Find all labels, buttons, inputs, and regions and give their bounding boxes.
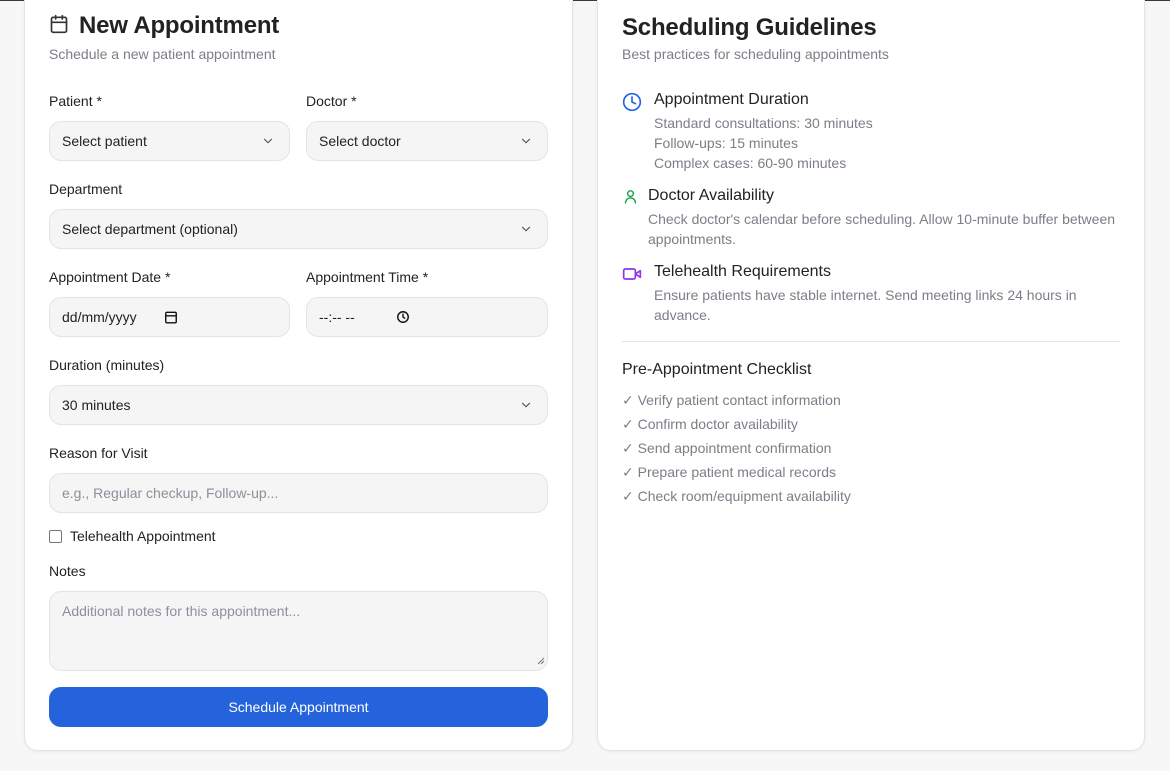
appointment-date-input[interactable]: dd/mm/yyyy xyxy=(49,297,290,337)
guideline-line: appointments. xyxy=(648,231,736,247)
doctor-select[interactable]: Select doctor xyxy=(306,121,548,161)
guideline-line: Ensure patients have stable internet. Se… xyxy=(654,287,1077,303)
guideline-line: advance. xyxy=(654,307,711,323)
checklist: ✓ Verify patient contact information ✓ C… xyxy=(622,390,851,510)
duration-select[interactable]: 30 minutes xyxy=(49,385,548,425)
guideline-title: Appointment Duration xyxy=(654,91,809,108)
patient-label: Patient * xyxy=(49,93,102,109)
guidelines-title: Scheduling Guidelines xyxy=(622,14,877,41)
doctor-label: Doctor * xyxy=(306,93,357,109)
department-label: Department xyxy=(49,181,123,197)
video-icon xyxy=(622,264,642,284)
reason-placeholder: e.g., Regular checkup, Follow-up... xyxy=(62,485,279,501)
guideline-title: Telehealth Requirements xyxy=(654,263,831,280)
reason-label: Reason for Visit xyxy=(49,445,148,461)
doctor-select-value: Select doctor xyxy=(319,133,401,149)
notes-textarea[interactable]: Additional notes for this appointment... xyxy=(49,591,548,671)
checklist-item: ✓ Confirm doctor availability xyxy=(622,416,798,432)
guideline-line: Check doctor's calendar before schedulin… xyxy=(648,211,1116,227)
chevron-down-icon xyxy=(519,222,533,239)
time-label: Appointment Time * xyxy=(306,269,429,285)
checklist-item: ✓ Prepare patient medical records xyxy=(622,464,837,480)
telehealth-option[interactable]: Telehealth Appointment xyxy=(49,528,216,544)
chevron-down-icon xyxy=(261,134,275,151)
guideline-item: Appointment Duration Standard consultati… xyxy=(622,91,873,173)
guideline-line: Complex cases: 60-90 minutes xyxy=(654,155,847,171)
divider xyxy=(622,341,1120,342)
patient-select-value: Select patient xyxy=(62,133,147,149)
guideline-line: Follow-ups: 15 minutes xyxy=(654,135,798,151)
chevron-down-icon xyxy=(519,134,533,151)
guideline-item: Telehealth Requirements Ensure patients … xyxy=(622,263,1077,325)
telehealth-checkbox[interactable] xyxy=(49,529,62,543)
reason-input[interactable]: e.g., Regular checkup, Follow-up... xyxy=(49,473,548,513)
checklist-item: ✓ Check room/equipment availability xyxy=(622,488,851,504)
form-header: New Appointment xyxy=(49,12,279,40)
calendar-picker-icon[interactable] xyxy=(164,310,178,327)
duration-label: Duration (minutes) xyxy=(49,357,165,373)
department-select[interactable]: Select department (optional) xyxy=(49,209,548,249)
chevron-down-icon xyxy=(519,398,533,415)
telehealth-label: Telehealth Appointment xyxy=(70,528,216,544)
checklist-item: ✓ Verify patient contact information xyxy=(622,392,841,408)
clock-picker-icon[interactable] xyxy=(396,310,410,327)
guidelines-subtitle: Best practices for scheduling appointmen… xyxy=(622,46,889,62)
clock-icon xyxy=(622,92,642,112)
guideline-line: Standard consultations: 30 minutes xyxy=(654,115,873,131)
time-input-value: --:-- -- xyxy=(319,309,355,325)
duration-select-value: 30 minutes xyxy=(62,397,131,413)
date-input-value: dd/mm/yyyy xyxy=(62,309,137,325)
checklist-title: Pre-Appointment Checklist xyxy=(622,361,812,378)
user-icon xyxy=(622,188,639,208)
patient-select[interactable]: Select patient xyxy=(49,121,290,161)
appointment-time-input[interactable]: --:-- -- xyxy=(306,297,548,337)
scheduling-guidelines-card: Scheduling Guidelines Best practices for… xyxy=(597,0,1145,751)
department-select-value: Select department (optional) xyxy=(62,221,238,237)
checklist-item: ✓ Send appointment confirmation xyxy=(622,440,832,456)
notes-placeholder: Additional notes for this appointment... xyxy=(62,603,301,619)
form-title: New Appointment xyxy=(79,12,280,39)
calendar-icon xyxy=(49,14,69,39)
notes-label: Notes xyxy=(49,563,86,579)
schedule-appointment-button[interactable]: Schedule Appointment xyxy=(49,687,548,727)
guideline-title: Doctor Availability xyxy=(648,187,774,204)
form-subtitle: Schedule a new patient appointment xyxy=(49,46,276,62)
resize-handle-icon[interactable] xyxy=(537,652,545,668)
guideline-item: Doctor Availability Check doctor's calen… xyxy=(622,187,1115,249)
new-appointment-card: New Appointment Schedule a new patient a… xyxy=(24,0,573,751)
date-label: Appointment Date * xyxy=(49,269,171,285)
